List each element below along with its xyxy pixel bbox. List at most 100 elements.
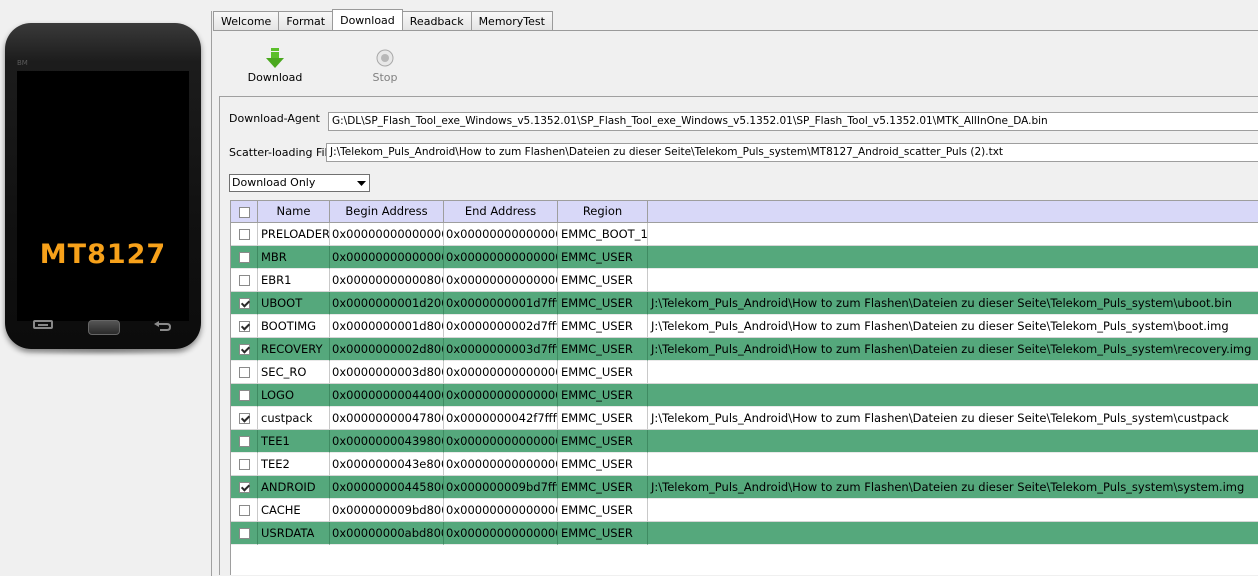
row-checkbox-cell[interactable] [231, 407, 258, 430]
file-location-cell[interactable] [648, 522, 1258, 545]
row-checkbox[interactable] [238, 297, 250, 309]
file-location-cell[interactable] [648, 246, 1258, 269]
row-checkbox-cell[interactable] [231, 522, 258, 545]
table-row[interactable]: TEE20x0000000043e800000x0000000000000000… [231, 453, 1258, 476]
tab-welcome[interactable]: Welcome [213, 11, 280, 30]
header-region[interactable]: Region [558, 201, 648, 223]
download-button[interactable]: Download [246, 47, 304, 84]
file-location-cell[interactable]: J:\Telekom_Puls_Android\How to zum Flash… [648, 407, 1258, 430]
row-checkbox[interactable] [238, 527, 250, 539]
row-checkbox[interactable] [238, 274, 250, 286]
row-checkbox[interactable] [238, 251, 250, 263]
begin-address-cell: 0x00000000abd80000 [330, 522, 444, 545]
file-location-cell[interactable] [648, 499, 1258, 522]
row-checkbox-cell[interactable] [231, 269, 258, 292]
row-checkbox-cell[interactable] [231, 315, 258, 338]
end-address-cell: 0x0000000000000000 [444, 223, 558, 246]
partition-table: Name Begin Address End Address Region PR… [230, 200, 1258, 575]
tab-download[interactable]: Download [332, 9, 403, 30]
row-checkbox[interactable] [238, 504, 250, 516]
table-row[interactable]: BOOTIMG0x0000000001d800000x0000000002d7f… [231, 315, 1258, 338]
tab-readback[interactable]: Readback [401, 11, 472, 30]
table-row[interactable]: LOGO0x00000000044000000x0000000000000000… [231, 384, 1258, 407]
begin-address-cell: 0x0000000000000000 [330, 246, 444, 269]
table-row[interactable]: UBOOT0x0000000001d200000x0000000001d7fff… [231, 292, 1258, 315]
table-row[interactable]: ANDROID0x00000000445800000x000000009bd7f… [231, 476, 1258, 499]
region-cell: EMMC_USER [558, 338, 648, 361]
row-checkbox-cell[interactable] [231, 453, 258, 476]
partition-name-cell: UBOOT [258, 292, 330, 315]
row-checkbox[interactable] [238, 366, 250, 378]
file-location-cell[interactable]: J:\Telekom_Puls_Android\How to zum Flash… [648, 338, 1258, 361]
end-address-cell: 0x0000000000000000 [444, 453, 558, 476]
end-address-cell: 0x0000000001d7ffff [444, 292, 558, 315]
select-all-checkbox-cell[interactable] [231, 201, 258, 223]
file-location-cell[interactable] [648, 430, 1258, 453]
region-cell: EMMC_USER [558, 476, 648, 499]
row-checkbox-cell[interactable] [231, 338, 258, 361]
table-row[interactable]: CACHE0x000000009bd800000x000000000000000… [231, 499, 1258, 522]
select-all-checkbox[interactable] [238, 206, 250, 218]
end-address-cell: 0x0000000000000000 [444, 269, 558, 292]
file-location-cell[interactable] [648, 223, 1258, 246]
row-checkbox[interactable] [238, 320, 250, 332]
begin-address-cell: 0x0000000002d80000 [330, 338, 444, 361]
table-body: PRELOADER0x00000000000000000x00000000000… [231, 223, 1258, 545]
table-header: Name Begin Address End Address Region [231, 201, 1258, 223]
row-checkbox[interactable] [238, 435, 250, 447]
file-location-cell[interactable] [648, 269, 1258, 292]
row-checkbox-cell[interactable] [231, 384, 258, 407]
table-row[interactable]: custpack0x00000000047800000x0000000042f7… [231, 407, 1258, 430]
file-location-cell[interactable]: J:\Telekom_Puls_Android\How to zum Flash… [648, 315, 1258, 338]
row-checkbox[interactable] [238, 481, 250, 493]
begin-address-cell: 0x0000000000080000 [330, 269, 444, 292]
header-end-address[interactable]: End Address [444, 201, 558, 223]
row-checkbox-cell[interactable] [231, 430, 258, 453]
region-cell: EMMC_USER [558, 430, 648, 453]
table-row[interactable]: EBR10x00000000000800000x0000000000000000… [231, 269, 1258, 292]
row-checkbox-cell[interactable] [231, 292, 258, 315]
table-row[interactable]: USRDATA0x00000000abd800000x0000000000000… [231, 522, 1258, 545]
table-row[interactable]: TEE10x00000000439800000x0000000000000000… [231, 430, 1258, 453]
row-checkbox-cell[interactable] [231, 223, 258, 246]
row-checkbox-cell[interactable] [231, 499, 258, 522]
row-checkbox[interactable] [238, 228, 250, 240]
download-agent-field[interactable]: G:\DL\SP_Flash_Tool_exe_Windows_v5.1352.… [328, 112, 1258, 131]
file-location-cell[interactable]: J:\Telekom_Puls_Android\How to zum Flash… [648, 292, 1258, 315]
row-checkbox-cell[interactable] [231, 246, 258, 269]
table-row[interactable]: PRELOADER0x00000000000000000x00000000000… [231, 223, 1258, 246]
row-checkbox[interactable] [238, 389, 250, 401]
table-row[interactable]: MBR0x00000000000000000x0000000000000000E… [231, 246, 1258, 269]
table-row[interactable]: SEC_RO0x0000000003d800000x00000000000000… [231, 361, 1258, 384]
end-address-cell: 0x0000000000000000 [444, 246, 558, 269]
header-begin-address[interactable]: Begin Address [330, 201, 444, 223]
row-checkbox[interactable] [238, 412, 250, 424]
menu-key-icon [33, 320, 53, 329]
file-location-cell[interactable]: J:\Telekom_Puls_Android\How to zum Flash… [648, 476, 1258, 499]
home-key-icon [88, 320, 120, 335]
region-cell: EMMC_USER [558, 522, 648, 545]
scatter-file-field[interactable]: J:\Telekom_Puls_Android\How to zum Flash… [326, 143, 1258, 162]
header-location[interactable] [648, 201, 1258, 223]
begin-address-cell: 0x0000000044580000 [330, 476, 444, 499]
file-location-cell[interactable] [648, 361, 1258, 384]
file-location-cell[interactable] [648, 384, 1258, 407]
header-name[interactable]: Name [258, 201, 330, 223]
region-cell: EMMC_USER [558, 407, 648, 430]
end-address-cell: 0x0000000000000000 [444, 430, 558, 453]
end-address-cell: 0x0000000003d7ffff [444, 338, 558, 361]
row-checkbox-cell[interactable] [231, 476, 258, 499]
stop-button[interactable]: Stop [362, 47, 408, 84]
chevron-down-icon[interactable] [353, 175, 369, 191]
partition-name-cell: CACHE [258, 499, 330, 522]
row-checkbox[interactable] [238, 343, 250, 355]
download-mode-select[interactable]: Download Only [229, 174, 370, 192]
table-row[interactable]: RECOVERY0x0000000002d800000x0000000003d7… [231, 338, 1258, 361]
tab-format[interactable]: Format [278, 11, 334, 30]
begin-address-cell: 0x0000000001d20000 [330, 292, 444, 315]
tab-memorytest[interactable]: MemoryTest [470, 11, 553, 30]
back-key-icon [153, 320, 173, 332]
file-location-cell[interactable] [648, 453, 1258, 476]
row-checkbox[interactable] [238, 458, 250, 470]
row-checkbox-cell[interactable] [231, 361, 258, 384]
